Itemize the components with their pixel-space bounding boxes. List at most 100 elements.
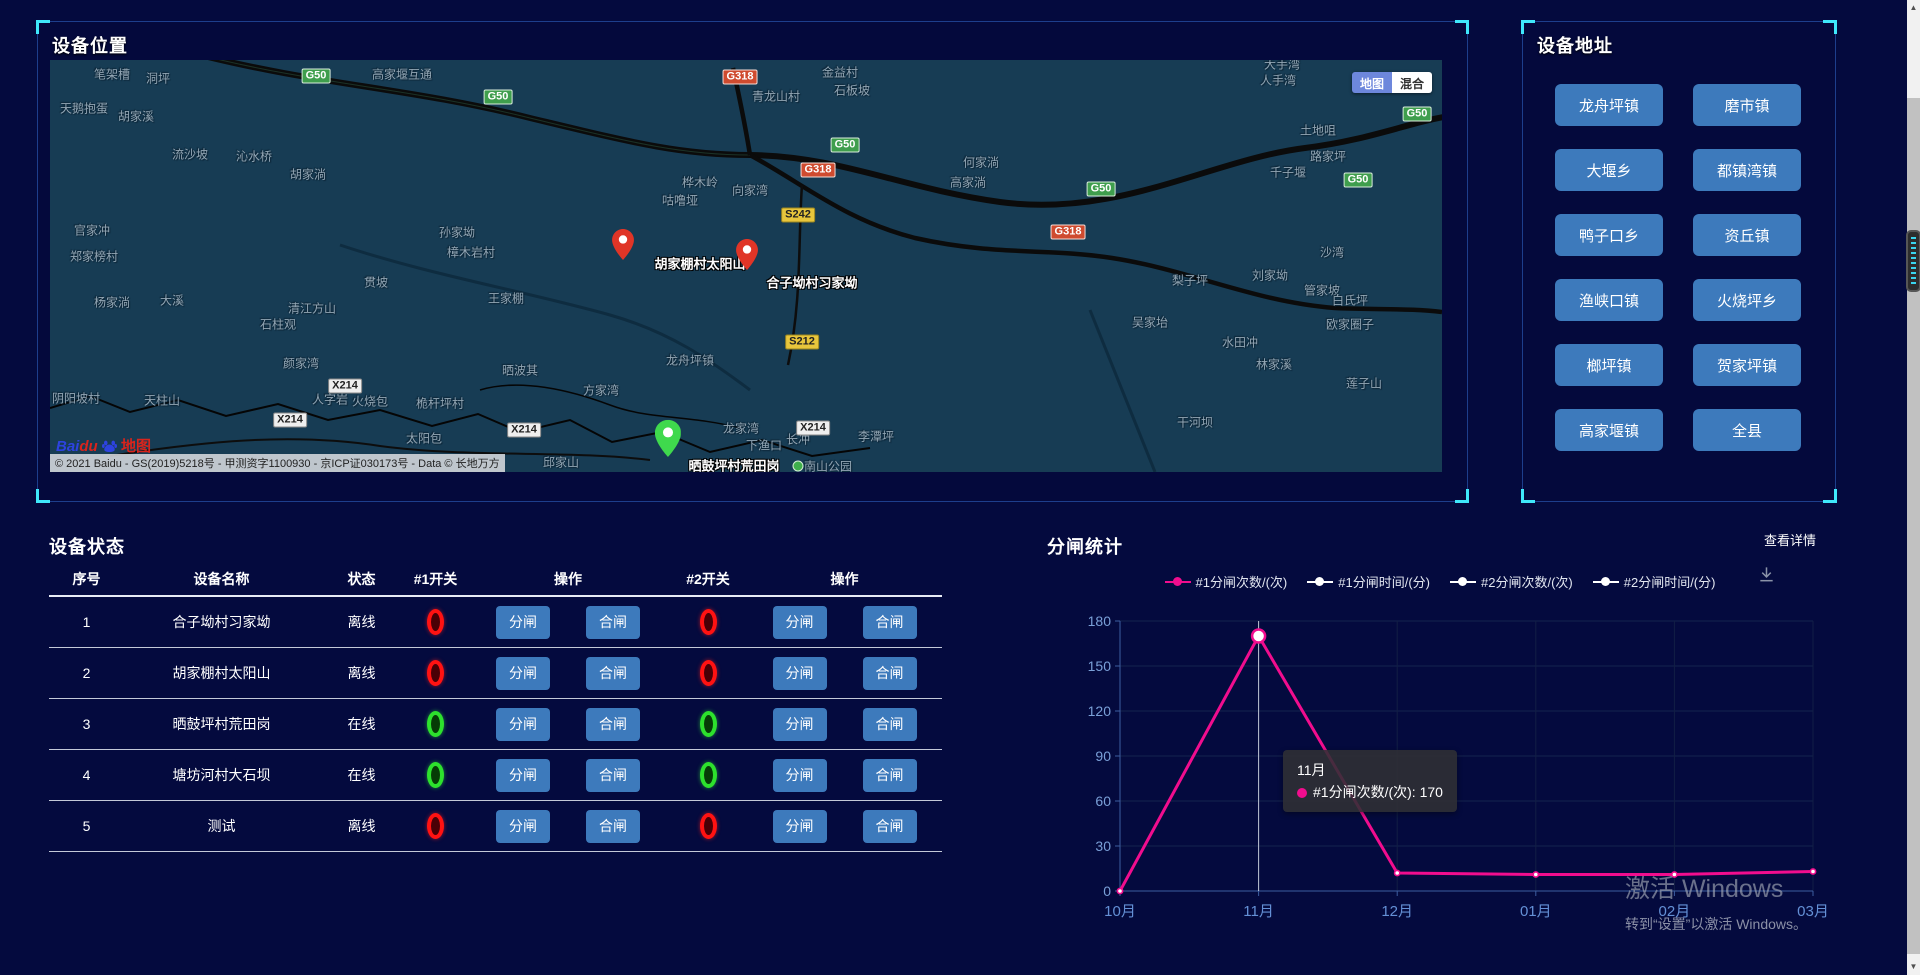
address-button[interactable]: 都镇湾镇 (1693, 149, 1801, 191)
park-icon (793, 461, 804, 472)
device-status: 在线 (319, 714, 404, 734)
legend-item[interactable]: #1分闸时间/(分) (1307, 572, 1430, 591)
table-header-cell: 操作 (747, 569, 942, 589)
road-shield-g318: G318 (723, 70, 758, 85)
switch1-indicator (427, 762, 444, 788)
corner-decoration (36, 20, 50, 34)
scrollbar-thumb[interactable] (1907, 98, 1920, 954)
map-type-map[interactable]: 地图 (1352, 72, 1392, 93)
baidu-logo-du: du (79, 438, 97, 455)
address-button[interactable]: 磨市镇 (1693, 84, 1801, 126)
open-switch-button[interactable]: 分闸 (496, 657, 550, 690)
device-name: 晒鼓坪村荒田岗 (124, 714, 319, 734)
scroll-handle-widget[interactable] (1906, 230, 1920, 292)
close-switch-button[interactable]: 合闸 (863, 810, 917, 843)
open-switch-button[interactable]: 分闸 (773, 759, 827, 792)
open-switch-button[interactable]: 分闸 (496, 606, 550, 639)
close-switch-button[interactable]: 合闸 (586, 810, 640, 843)
switch2-operations: 分闸 合闸 (747, 810, 942, 843)
open-switch-button[interactable]: 分闸 (773, 657, 827, 690)
legend-marker-icon (1593, 577, 1619, 586)
open-switch-button[interactable]: 分闸 (496, 810, 550, 843)
dashboard: 设备位置 笔架槽洞坪天鹅抱蛋胡家溪高家堰互通金益村石板坡青龙山村大手湾人手湾土地… (0, 0, 1920, 975)
view-details-link[interactable]: 查看详情 (1764, 530, 1816, 549)
corner-decoration (1521, 489, 1535, 503)
switch2-indicator (700, 762, 717, 788)
legend-label: #1分闸时间/(分) (1338, 572, 1430, 591)
address-button[interactable]: 渔峡口镇 (1555, 279, 1663, 321)
corner-decoration (1823, 20, 1837, 34)
open-switch-button[interactable]: 分闸 (773, 606, 827, 639)
address-button[interactable]: 全县 (1693, 409, 1801, 451)
road-shield-x214: X214 (796, 421, 830, 436)
legend-item[interactable]: #2分闸次数/(次) (1450, 572, 1573, 591)
scroll-handle-stripes (1911, 237, 1916, 285)
switch1-indicator (427, 609, 444, 635)
svg-text:60: 60 (1095, 793, 1111, 809)
address-button[interactable]: 资丘镇 (1693, 214, 1801, 256)
switch1-operations: 分闸 合闸 (467, 810, 669, 843)
legend-item[interactable]: #1分闸次数/(次) (1165, 572, 1288, 591)
close-switch-button[interactable]: 合闸 (863, 708, 917, 741)
tooltip-title: 11月 (1297, 759, 1443, 781)
vertical-scrollbar[interactable]: ▲ ▼ (1907, 0, 1920, 975)
switch2-indicator (700, 711, 717, 737)
svg-text:11月: 11月 (1243, 903, 1274, 920)
table-header-cell: 序号 (49, 569, 124, 589)
open-switch-button[interactable]: 分闸 (496, 708, 550, 741)
address-button[interactable]: 大堰乡 (1555, 149, 1663, 191)
svg-text:02月: 02月 (1659, 903, 1691, 920)
device-name: 塘坊河村大石坝 (124, 765, 319, 785)
corner-decoration (1455, 20, 1469, 34)
legend-item[interactable]: #2分闸时间/(分) (1593, 572, 1716, 591)
scroll-up-arrow-icon[interactable]: ▲ (1907, 0, 1920, 16)
device-status-table: 序号设备名称状态#1开关操作#2开关操作 1合子坳村习家坳离线分闸合闸分闸合闸2… (49, 563, 942, 852)
table-header-row: 序号设备名称状态#1开关操作#2开关操作 (49, 563, 942, 597)
map-type-hybrid[interactable]: 混合 (1392, 72, 1432, 93)
address-button[interactable]: 高家堰镇 (1555, 409, 1663, 451)
switch1-operations: 分闸 合闸 (467, 657, 669, 690)
table-row: 3晒鼓坪村荒田岗在线 分闸 合闸 分闸 合闸 (49, 699, 942, 750)
baidu-map[interactable]: 笔架槽洞坪天鹅抱蛋胡家溪高家堰互通金益村石板坡青龙山村大手湾人手湾土地咀路家坪千… (50, 60, 1442, 472)
baidu-logo-bai: Bai (56, 438, 79, 455)
switch2-indicator (700, 813, 717, 839)
map-marker-label: 晒鼓坪村荒田岗 (688, 456, 779, 473)
open-switch-button[interactable]: 分闸 (496, 759, 550, 792)
close-switch-button[interactable]: 合闸 (586, 657, 640, 690)
close-switch-button[interactable]: 合闸 (586, 759, 640, 792)
close-switch-button[interactable]: 合闸 (863, 759, 917, 792)
map-marker-pin[interactable] (655, 420, 681, 462)
road-shield-g318: G318 (1051, 225, 1086, 240)
close-switch-button[interactable]: 合闸 (586, 708, 640, 741)
table-header-cell: 状态 (319, 569, 404, 589)
device-status: 离线 (319, 816, 404, 836)
road-shield-s242: S242 (781, 208, 815, 223)
tooltip-text: #1分闸次数/(次): 170 (1313, 784, 1443, 800)
map-marker-pin[interactable] (612, 229, 634, 265)
open-switch-button[interactable]: 分闸 (773, 708, 827, 741)
switch1-indicator (427, 711, 444, 737)
svg-text:01月: 01月 (1520, 903, 1552, 920)
device-location-panel: 设备位置 笔架槽洞坪天鹅抱蛋胡家溪高家堰互通金益村石板坡青龙山村大手湾人手湾土地… (37, 21, 1468, 502)
svg-text:10月: 10月 (1104, 903, 1136, 920)
svg-text:30: 30 (1095, 838, 1111, 854)
svg-text:180: 180 (1088, 613, 1112, 629)
row-index: 2 (49, 665, 124, 681)
address-button[interactable]: 鸭子口乡 (1555, 214, 1663, 256)
address-button[interactable]: 龙舟坪镇 (1555, 84, 1663, 126)
map-marker-pin[interactable] (736, 239, 758, 275)
open-switch-button[interactable]: 分闸 (773, 810, 827, 843)
corner-decoration (1521, 20, 1535, 34)
row-index: 3 (49, 716, 124, 732)
road-shield-x214: X214 (273, 413, 307, 428)
address-button[interactable]: 贺家坪镇 (1693, 344, 1801, 386)
legend-marker-icon (1165, 577, 1191, 586)
map-marker-label: 胡家棚村太阳山 (654, 254, 745, 273)
address-button[interactable]: 榔坪镇 (1555, 344, 1663, 386)
close-switch-button[interactable]: 合闸 (863, 657, 917, 690)
address-button[interactable]: 火烧坪乡 (1693, 279, 1801, 321)
close-switch-button[interactable]: 合闸 (586, 606, 640, 639)
close-switch-button[interactable]: 合闸 (863, 606, 917, 639)
scroll-down-arrow-icon[interactable]: ▼ (1907, 959, 1920, 975)
device-status: 离线 (319, 663, 404, 683)
